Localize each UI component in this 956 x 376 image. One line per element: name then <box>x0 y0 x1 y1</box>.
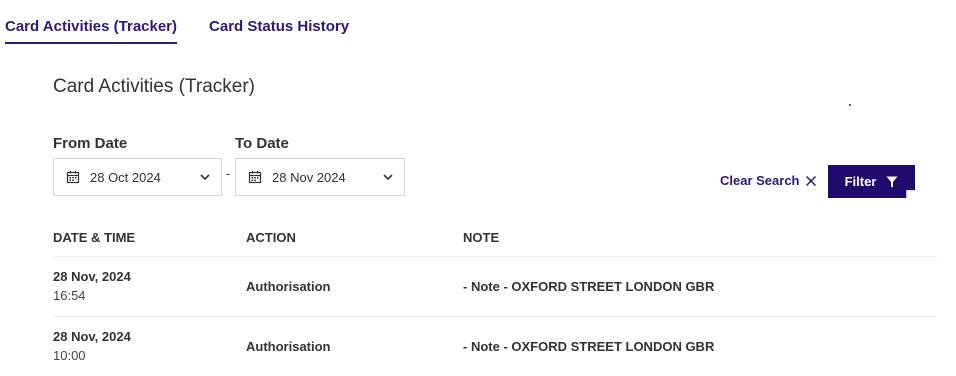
clear-search-label: Clear Search <box>720 173 800 188</box>
column-header-date-time[interactable]: DATE & TIME <box>53 230 135 245</box>
calendar-icon <box>66 171 80 184</box>
tab-bar: Card Activities (Tracker) Card Status Hi… <box>5 18 349 44</box>
date-separator: - <box>226 166 231 181</box>
page-title: Card Activities (Tracker) <box>53 76 255 97</box>
row-date: 28 Nov, 2024 <box>53 269 131 284</box>
calendar-icon <box>248 171 262 184</box>
filter-button[interactable]: Filter <box>828 165 915 198</box>
chevron-down-icon <box>383 174 393 181</box>
to-date-picker[interactable]: 28 Nov 2024 <box>235 158 405 196</box>
from-date-label: From Date <box>53 135 128 152</box>
row-divider <box>53 316 937 317</box>
tab-card-status-history[interactable]: Card Status History <box>209 18 349 44</box>
row-action: Authorisation <box>246 279 331 294</box>
from-date-value: 28 Oct 2024 <box>90 169 161 185</box>
clear-search-button[interactable]: Clear Search <box>720 173 817 188</box>
row-divider <box>53 256 937 257</box>
row-note: - Note - OXFORD STREET LONDON GBR <box>463 339 715 354</box>
close-icon <box>805 175 816 186</box>
row-note: - Note - OXFORD STREET LONDON GBR <box>463 279 715 294</box>
from-date-picker[interactable]: 28 Oct 2024 <box>53 158 222 196</box>
row-time: 10:00 <box>53 348 86 363</box>
decorative-dot <box>849 104 851 106</box>
chevron-down-icon <box>200 174 210 181</box>
to-date-value: 28 Nov 2024 <box>272 169 346 185</box>
row-date: 28 Nov, 2024 <box>53 329 131 344</box>
column-header-action[interactable]: ACTION <box>246 230 296 245</box>
filter-icon <box>886 176 898 187</box>
tab-card-activities[interactable]: Card Activities (Tracker) <box>5 18 178 44</box>
to-date-label: To Date <box>235 135 289 152</box>
row-action: Authorisation <box>246 339 331 354</box>
column-header-note[interactable]: NOTE <box>463 230 499 245</box>
filter-label: Filter <box>844 174 877 189</box>
row-time: 16:54 <box>53 288 86 303</box>
